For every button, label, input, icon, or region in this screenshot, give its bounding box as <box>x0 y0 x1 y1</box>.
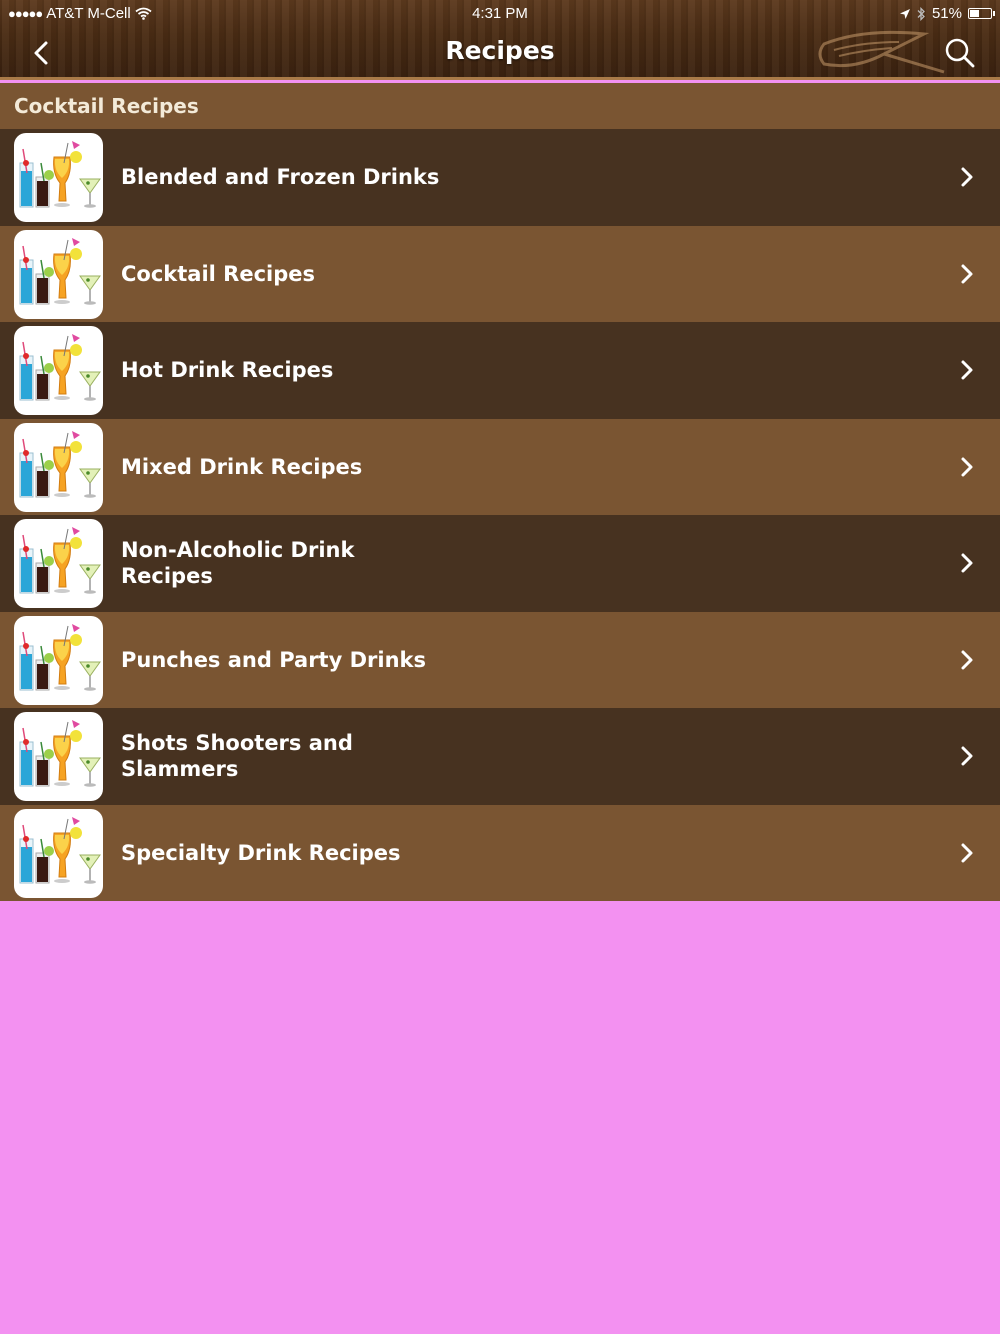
chevron-right-icon <box>961 360 973 380</box>
list-item-label: Shots Shooters and Slammers <box>121 731 353 782</box>
section-header: Cocktail Recipes <box>0 83 1000 129</box>
search-button[interactable] <box>942 36 976 70</box>
list-item[interactable]: Hot Drink Recipes <box>0 322 1000 419</box>
list-item[interactable]: Shots Shooters and Slammers <box>0 708 1000 805</box>
status-right: 51% <box>899 5 995 22</box>
chevron-right-icon <box>961 167 973 187</box>
cocktail-glasses-icon <box>14 326 103 415</box>
location-arrow-icon <box>899 8 910 19</box>
chevron-right-icon <box>961 746 973 766</box>
chevron-right-icon <box>961 553 973 573</box>
cocktail-glasses-icon <box>14 422 103 512</box>
list-item-label: Specialty Drink Recipes <box>121 840 401 865</box>
list-item-label: Punches and Party Drinks <box>121 647 427 672</box>
list-item-label: Mixed Drink Recipes <box>121 454 363 479</box>
list-item-label: Non-Alcoholic Drink Recipes <box>121 538 355 589</box>
chevron-right-icon <box>961 843 973 863</box>
cocktail-logo-icon <box>818 30 945 74</box>
bluetooth-icon <box>917 6 925 21</box>
cocktail-glasses-icon <box>14 712 103 801</box>
status-time: 4:31 PM <box>472 5 528 22</box>
list-item[interactable]: Cocktail Recipes <box>0 225 1000 322</box>
cocktail-glasses-icon <box>14 519 103 608</box>
list-item[interactable]: Non-Alcoholic Drink Recipes <box>0 515 1000 612</box>
cocktail-glasses-icon <box>14 133 103 222</box>
list-item[interactable]: Punches and Party Drinks <box>0 611 1000 708</box>
list-item-label: Cocktail Recipes <box>121 261 316 286</box>
chevron-right-icon <box>961 650 973 670</box>
battery-fill <box>970 10 979 17</box>
list-item[interactable]: Specialty Drink Recipes <box>0 804 1000 901</box>
recipe-category-list: Blended and Frozen Drinks Cocktail Recip… <box>0 129 1000 901</box>
cocktail-glasses-icon <box>14 808 103 898</box>
chevron-right-icon <box>961 264 973 284</box>
chevron-right-icon <box>961 457 973 477</box>
battery-icon <box>968 8 995 19</box>
navigation-bar: ●●●●● AT&T M-Cell 4:31 PM 51% Recipes <box>0 0 1000 80</box>
cocktail-glasses-icon <box>14 615 103 705</box>
list-item[interactable]: Mixed Drink Recipes <box>0 418 1000 515</box>
cocktail-glasses-icon <box>14 229 103 319</box>
list-item-label: Hot Drink Recipes <box>121 358 334 383</box>
list-item[interactable]: Blended and Frozen Drinks <box>0 129 1000 226</box>
list-item-label: Blended and Frozen Drinks <box>121 165 440 190</box>
magnifier-icon <box>945 38 975 68</box>
battery-percent: 51% <box>931 5 962 22</box>
